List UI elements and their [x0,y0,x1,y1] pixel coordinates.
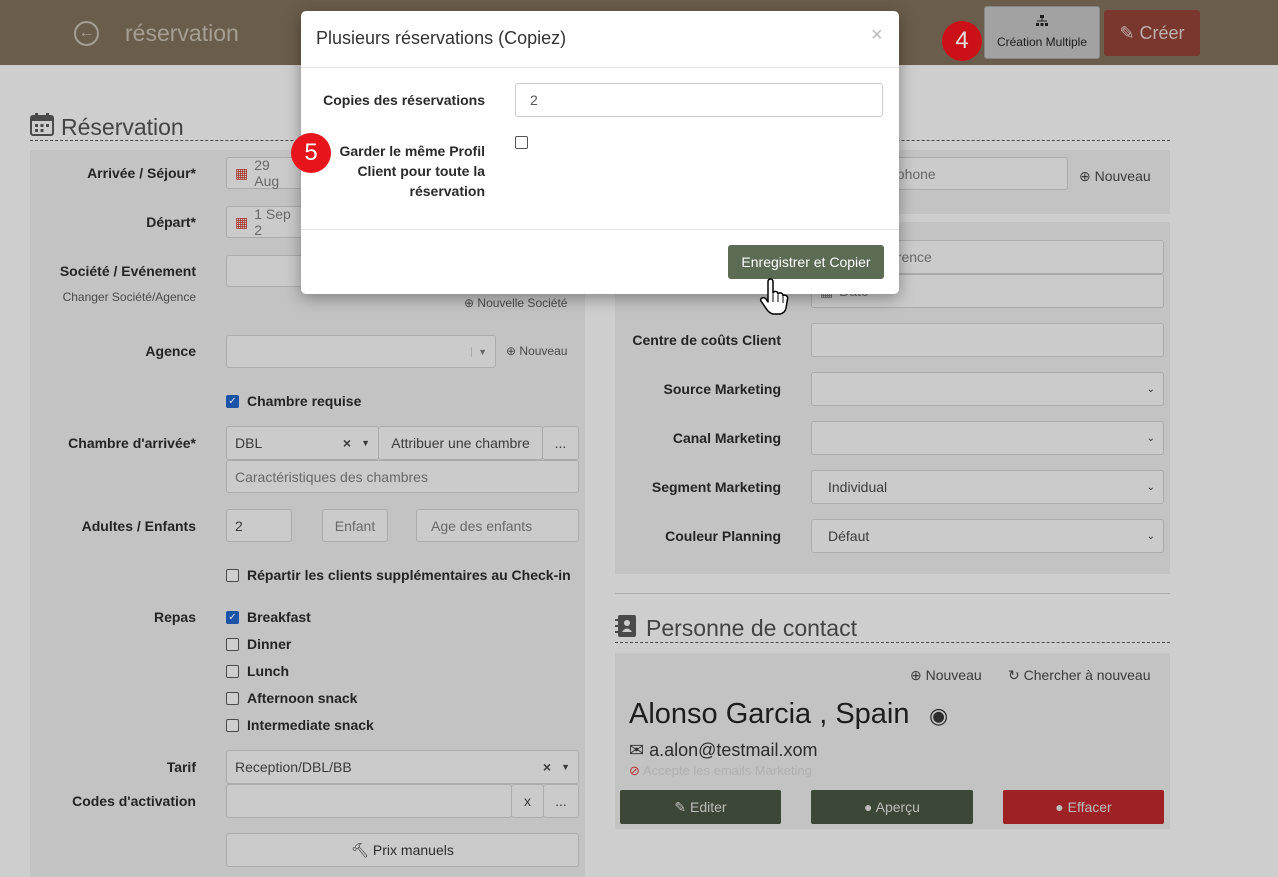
save-and-copy-button[interactable]: Enregistrer et Copier [728,245,884,279]
close-icon[interactable]: × [871,24,883,47]
hand-cursor-icon [759,278,789,316]
keep-profile-checkbox[interactable] [515,136,528,149]
modal-title: Plusieurs réservations (Copiez) [316,28,567,48]
copy-reservations-modal: Plusieurs réservations (Copiez) × Copies… [301,11,899,294]
keep-profile-label: Garder le même Profil Client pour toute … [339,143,485,199]
modal-divider [301,229,899,230]
copies-input[interactable]: 2 [515,83,883,117]
modal-divider [301,67,899,68]
copies-label: Copies des réservations [323,92,485,108]
step-badge-5: 5 [291,133,331,173]
